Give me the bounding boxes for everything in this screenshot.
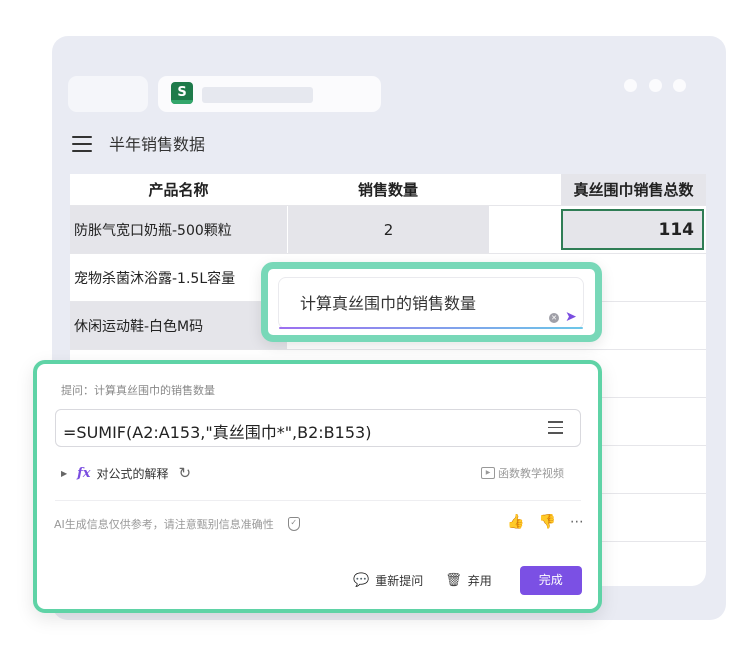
thumbs-up-icon[interactable]: 👍 <box>507 514 524 530</box>
regenerate-label: 重新提问 <box>375 574 424 588</box>
divider <box>55 500 581 501</box>
expand-triangle-icon[interactable]: ▶ <box>61 469 67 478</box>
video-tutorial-link[interactable]: ▶ 函数教学视频 <box>481 465 564 481</box>
sheet-title: 半年销售数据 <box>109 135 206 154</box>
ai-formula-panel: 提问：计算真丝围巾的销售数量 =SUMIF(A2:A153,"真丝围巾*",B2… <box>33 360 602 613</box>
formula-box[interactable]: =SUMIF(A2:A153,"真丝围巾*",B2:B153) <box>55 409 581 447</box>
clear-icon[interactable]: ✕ <box>549 313 559 323</box>
explain-label[interactable]: 对公式的解释 <box>97 465 169 482</box>
shield-check-icon: ✓ <box>287 517 300 531</box>
format-settings-icon[interactable] <box>548 421 563 435</box>
fx-icon: fx <box>77 465 91 481</box>
cell-quantity[interactable]: 2 <box>287 206 489 253</box>
tab-title-placeholder <box>202 87 313 103</box>
feedback-icons: 👍 👎 ⋯ <box>507 514 584 530</box>
header-cell-empty[interactable] <box>489 174 561 205</box>
ai-query-input-box: 计算真丝围巾的销售数量 ✕ ➤ <box>261 262 602 342</box>
formula-text[interactable]: =SUMIF(A2:A153,"真丝围巾*",B2:B153) <box>63 419 371 443</box>
done-button[interactable]: 完成 <box>519 566 582 595</box>
discard-label: 弃用 <box>467 574 492 588</box>
discard-button[interactable]: 🗑 弃用 <box>445 572 492 589</box>
header-cell-scarf-total[interactable]: 真丝围巾销售总数 <box>561 174 706 205</box>
cell-product[interactable]: 休闲运动鞋-白色M码 <box>70 302 287 349</box>
explain-toggle[interactable]: ▶ fx 对公式的解释 ↻ <box>61 464 191 482</box>
video-label[interactable]: 函数教学视频 <box>498 465 564 481</box>
ai-query-text[interactable]: 计算真丝围巾的销售数量 <box>300 290 476 314</box>
panel-actions: 💬 重新提问 🗑 弃用 完成 <box>353 566 582 595</box>
window-dot-2[interactable] <box>649 79 662 92</box>
table-row: 防胀气宽口奶瓶-500颗粒 2 114 <box>70 206 706 254</box>
header-cell-quantity[interactable]: 销售数量 <box>287 174 489 205</box>
thumbs-down-icon[interactable]: 👎 <box>538 514 555 530</box>
more-icon[interactable]: ⋯ <box>570 514 584 530</box>
input-underline <box>279 327 583 329</box>
sheets-app-icon: S <box>171 82 193 104</box>
window-dot-1[interactable] <box>624 79 637 92</box>
send-icon[interactable]: ➤ <box>565 309 577 325</box>
cell-empty[interactable] <box>489 206 561 253</box>
window-dot-3[interactable] <box>673 79 686 92</box>
menu-icon[interactable] <box>72 136 92 152</box>
trash-icon: 🗑 <box>445 573 462 588</box>
blank-tab[interactable] <box>68 76 148 112</box>
chat-icon: 💬 <box>353 573 370 588</box>
play-icon: ▶ <box>481 467 495 479</box>
prompt-label: 提问：计算真丝围巾的销售数量 <box>61 384 215 397</box>
regenerate-button[interactable]: 💬 重新提问 <box>353 572 423 589</box>
refresh-icon[interactable]: ↻ <box>179 464 192 482</box>
header-row: 产品名称 销售数量 真丝围巾销售总数 <box>70 174 706 206</box>
cell-scarf-total-selected[interactable]: 114 <box>561 209 704 250</box>
cell-product[interactable]: 宠物杀菌沐浴露-1.5L容量 <box>70 254 287 301</box>
cell-product[interactable]: 防胀气宽口奶瓶-500颗粒 <box>70 206 287 253</box>
ai-disclaimer: AI生成信息仅供参考，请注意甄别信息准确性 ✓ <box>54 516 300 532</box>
ai-note-text: AI生成信息仅供参考，请注意甄别信息准确性 <box>54 518 274 531</box>
header-cell-product[interactable]: 产品名称 <box>70 174 287 205</box>
